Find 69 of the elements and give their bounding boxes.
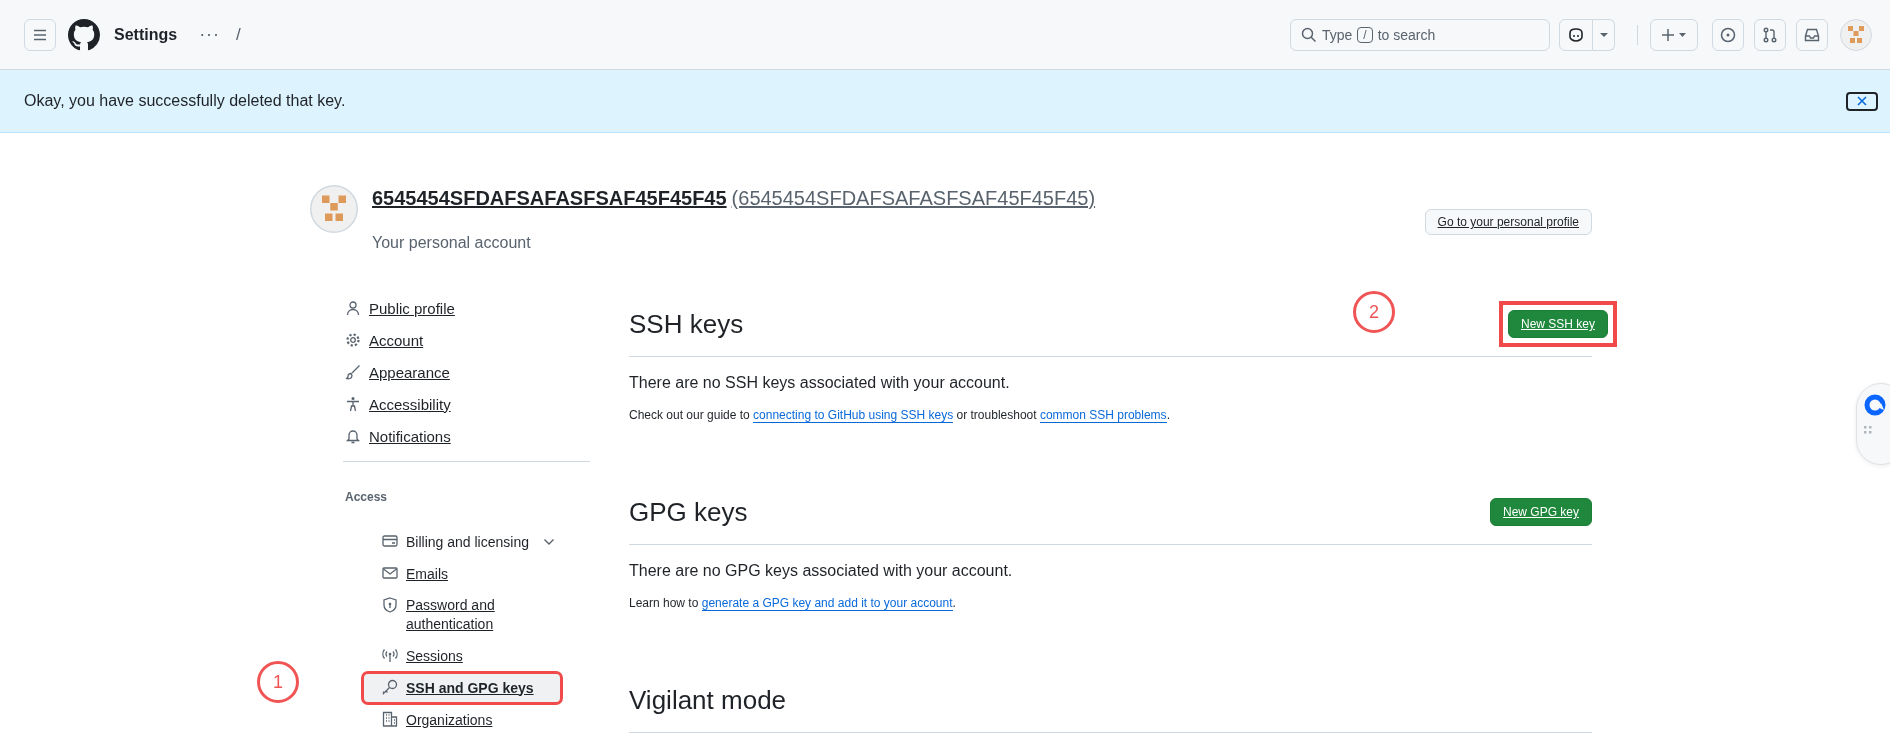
sidebar-item[interactable]: Emails bbox=[362, 558, 562, 590]
antenna-icon bbox=[382, 647, 398, 663]
help-text: Check out our guide to connecting to GitHub using SSH keys or troubleshoot common SSH problems. bbox=[629, 408, 1171, 422]
section-title: SSH keys bbox=[629, 308, 744, 340]
mail-icon bbox=[382, 565, 398, 581]
more-menu[interactable]: ··· bbox=[199, 24, 221, 45]
bell-icon bbox=[345, 428, 361, 444]
close-icon bbox=[1856, 95, 1868, 107]
menu-button[interactable] bbox=[24, 18, 56, 51]
create-new-button[interactable] bbox=[1650, 18, 1698, 51]
person-icon bbox=[345, 300, 361, 316]
new-key-button[interactable]: New SSH key bbox=[1507, 310, 1608, 338]
sidebar-item[interactable]: Password and authentication bbox=[362, 590, 562, 640]
section-title: Vigilant mode bbox=[629, 684, 787, 716]
flash-message: Okay, you have successfully deleted that key. bbox=[24, 92, 347, 110]
search-icon bbox=[1301, 26, 1317, 43]
profile-button[interactable]: Go to your personal profile bbox=[1424, 209, 1592, 235]
caret-icon bbox=[1599, 31, 1608, 38]
chat-bubble-icon bbox=[1864, 394, 1886, 416]
profile-name-link[interactable]: 6545454SFDAFSAFASFSAF45F45F45 bbox=[372, 187, 727, 209]
sidebar-item[interactable]: Appearance bbox=[345, 356, 590, 388]
profile-login-link[interactable]: (6545454SFDAFSAFASFSAF45F45F45) bbox=[731, 187, 1096, 209]
key-icon bbox=[382, 679, 398, 695]
drag-handle-icon[interactable] bbox=[1864, 426, 1872, 434]
empty-message: There are no GPG keys associated with your account. bbox=[629, 562, 1014, 580]
shield-icon bbox=[382, 597, 398, 613]
sidebar-item[interactable]: Sessions bbox=[362, 640, 562, 672]
cat-logo-icon[interactable] bbox=[68, 18, 100, 51]
shortcut-key: / bbox=[1357, 26, 1373, 43]
help-link[interactable]: generate a GPG key and add it to your account bbox=[701, 596, 953, 611]
brush-icon bbox=[345, 364, 361, 380]
gear-icon bbox=[345, 332, 361, 348]
help-link[interactable]: common SSH problems bbox=[1039, 408, 1167, 423]
section-heading: Access bbox=[345, 490, 389, 504]
sidebar-item[interactable]: Account bbox=[345, 324, 590, 356]
avatar bbox=[310, 185, 358, 233]
help-text: Learn how to generate a GPG key and add it to your account. bbox=[629, 596, 957, 610]
robot-face-icon bbox=[1567, 26, 1585, 43]
help-link[interactable]: connecting to GitHub using SSH keys bbox=[753, 408, 954, 423]
issues-button[interactable] bbox=[1712, 18, 1744, 51]
account-type: Your personal account bbox=[372, 234, 532, 252]
inbox-button[interactable] bbox=[1796, 18, 1828, 51]
section-title: GPG keys bbox=[629, 496, 748, 528]
issue-circle-icon bbox=[1720, 26, 1736, 43]
empty-message: There are no SSH keys associated with your account. bbox=[629, 374, 1011, 392]
chevron-down-icon bbox=[542, 538, 555, 546]
sidebar-item[interactable]: Public profile bbox=[345, 292, 590, 324]
sidebar-item[interactable]: Billing and licensing bbox=[362, 526, 562, 558]
new-key-button[interactable]: New GPG key bbox=[1489, 498, 1592, 526]
pull-request-icon bbox=[1762, 26, 1778, 43]
breadcrumb-separator: / bbox=[236, 24, 241, 45]
sidebar-item[interactable]: Organizations bbox=[362, 704, 562, 736]
page-title[interactable]: Settings bbox=[114, 25, 178, 44]
plus-caret-icon bbox=[1661, 26, 1687, 43]
step-number-marker: 2 bbox=[1352, 291, 1395, 333]
credit-card-icon bbox=[382, 533, 398, 549]
building-icon bbox=[382, 711, 398, 727]
close-button[interactable] bbox=[1846, 91, 1878, 111]
pull-requests-button[interactable] bbox=[1754, 18, 1786, 51]
inbox-icon bbox=[1804, 26, 1820, 43]
copilot-button[interactable] bbox=[1559, 18, 1593, 51]
sidebar-item[interactable]: SSH and GPG keys bbox=[362, 672, 562, 704]
sidebar-item[interactable]: Notifications bbox=[345, 420, 590, 452]
sidebar-item[interactable]: Accessibility bbox=[345, 388, 590, 420]
step-number-marker: 1 bbox=[257, 661, 299, 703]
search-placeholder: to search bbox=[1377, 26, 1436, 43]
search-placeholder: Type bbox=[1322, 26, 1353, 43]
figure-icon bbox=[345, 396, 361, 412]
search-field[interactable]: Type / to search bbox=[1290, 18, 1550, 51]
